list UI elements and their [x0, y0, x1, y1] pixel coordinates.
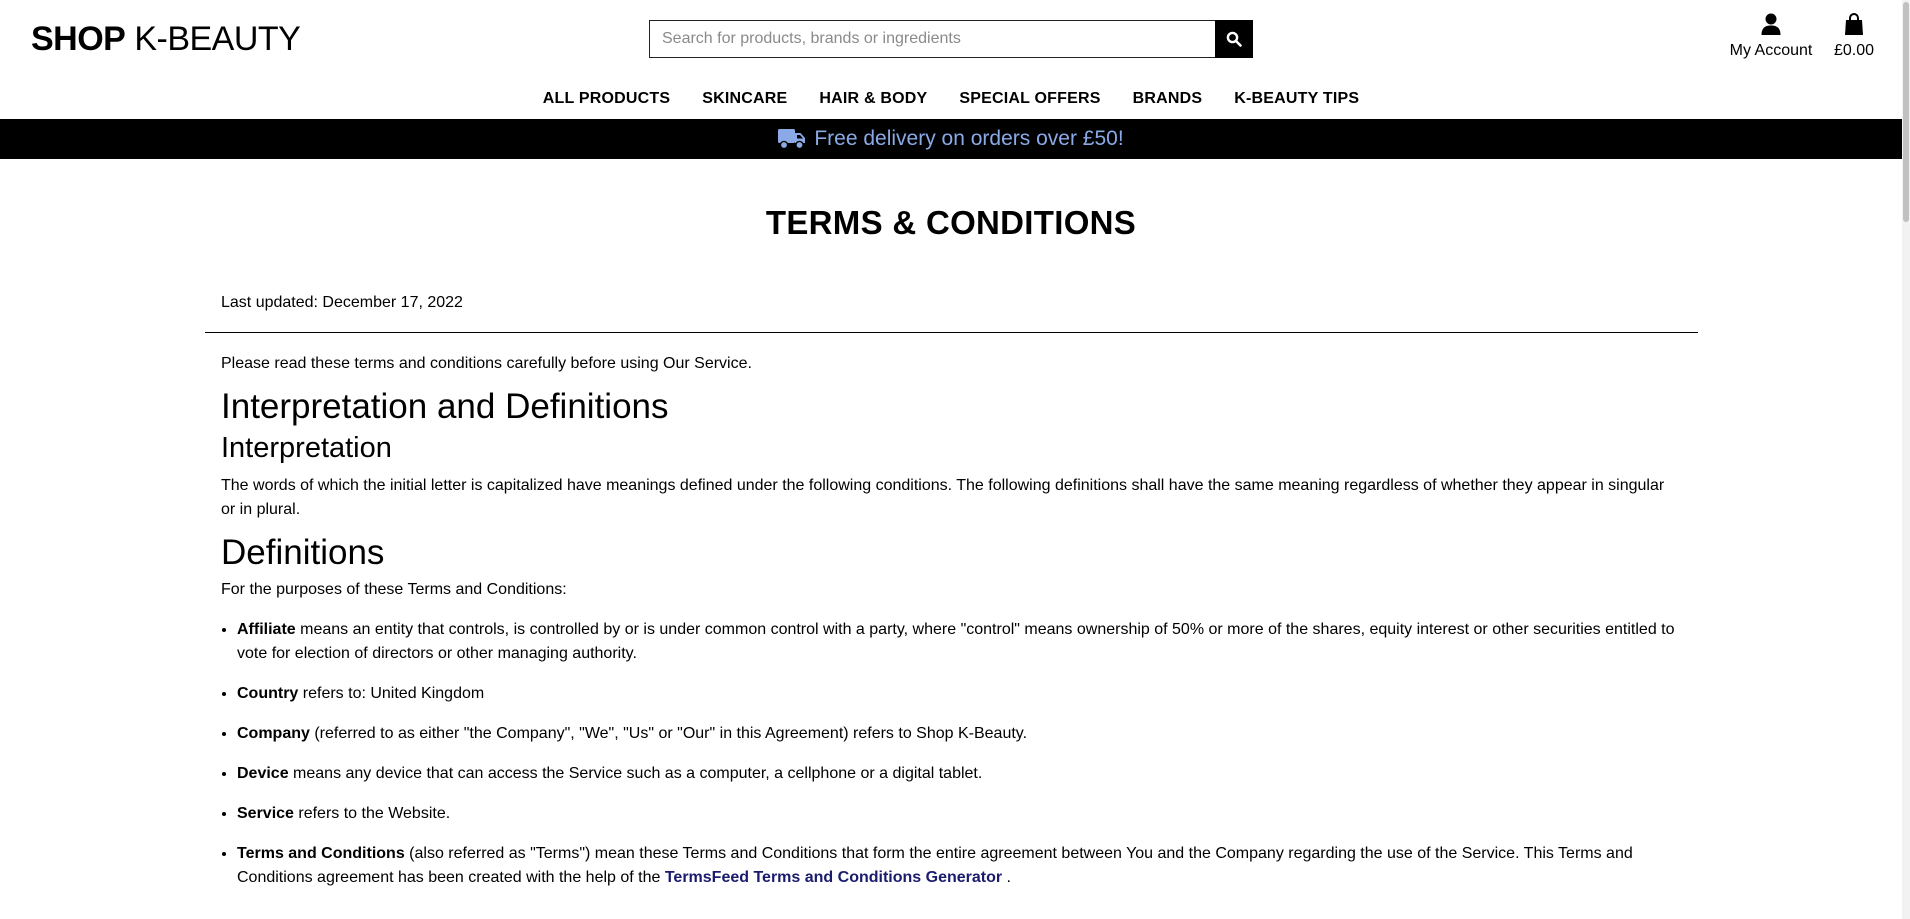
list-item: Device means any device that can access …: [237, 762, 1676, 786]
definition-text: refers to: United Kingdom: [298, 685, 485, 702]
delivery-banner-text: Free delivery on orders over £50!: [814, 127, 1124, 150]
search-input[interactable]: [649, 20, 1215, 58]
definition-term: Device: [237, 765, 289, 782]
list-item: Service refers to the Website.: [237, 802, 1676, 826]
cart-total: £0.00: [1833, 42, 1875, 59]
logo-light-text: K-BEAUTY: [134, 20, 301, 58]
last-updated: Last updated: December 17, 2022: [221, 294, 463, 311]
heading-interpretation-definitions: Interpretation and Definitions: [221, 387, 669, 426]
divider: [205, 332, 1698, 333]
heading-definitions: Definitions: [221, 533, 385, 572]
user-icon: [1761, 13, 1781, 35]
definitions-list: Affiliate means an entity that controls,…: [221, 618, 1676, 890]
definition-text: refers to the Website.: [293, 805, 451, 822]
scrollbar[interactable]: [1902, 0, 1910, 919]
definition-text: means an entity that controls, is contro…: [237, 621, 1675, 662]
truck-icon: [778, 129, 806, 150]
heading-interpretation: Interpretation: [221, 432, 392, 464]
search-icon: [1226, 31, 1242, 47]
definition-term: Company: [237, 725, 310, 742]
definition-term: Affiliate: [237, 621, 296, 638]
nav-item-all-products[interactable]: ALL PRODUCTS: [543, 90, 670, 108]
list-item: Company (referred to as either "the Comp…: [237, 722, 1676, 746]
site-logo[interactable]: SHOP K-BEAUTY: [31, 17, 301, 61]
definition-term: Terms and Conditions: [237, 845, 405, 862]
definition-text: (referred to as either "the Company", "W…: [309, 725, 1028, 742]
nav-item-skincare[interactable]: SKINCARE: [702, 90, 787, 108]
definition-text-end: .: [1002, 869, 1011, 886]
nav-item-brands[interactable]: BRANDS: [1133, 90, 1203, 108]
nav-item-hair-body[interactable]: HAIR & BODY: [819, 90, 927, 108]
list-item: Affiliate means an entity that controls,…: [237, 618, 1676, 666]
nav-item-k-beauty-tips[interactable]: K-BEAUTY TIPS: [1234, 90, 1359, 108]
interpretation-paragraph: The words of which the initial letter is…: [221, 477, 1665, 518]
logo-bold-text: SHOP: [31, 20, 126, 58]
definition-term: Service: [237, 805, 294, 822]
shopping-bag-icon: [1845, 13, 1863, 35]
intro-paragraph: Please read these terms and conditions c…: [221, 355, 752, 372]
definition-text: means any device that can access the Ser…: [288, 765, 983, 782]
cart-link[interactable]: £0.00: [1826, 12, 1882, 61]
my-account-label: My Account: [1729, 42, 1813, 59]
termsfeed-generator-link[interactable]: TermsFeed Terms and Conditions Generator: [665, 869, 1002, 886]
list-item: Country refers to: United Kingdom: [237, 682, 1676, 706]
delivery-banner: Free delivery on orders over £50!: [0, 119, 1902, 159]
search-button[interactable]: [1215, 20, 1253, 58]
page-title: TERMS & CONDITIONS: [765, 204, 1137, 241]
definitions-lead: For the purposes of these Terms and Cond…: [221, 581, 567, 598]
main-nav: ALL PRODUCTS SKINCARE HAIR & BODY SPECIA…: [0, 86, 1902, 112]
my-account-link[interactable]: My Account: [1726, 12, 1816, 61]
definition-term: Country: [237, 685, 299, 702]
search-form: [649, 20, 1253, 58]
list-item: Terms and Conditions (also referred as "…: [237, 842, 1676, 890]
page: SHOP K-BEAUTY My Account £0.00: [0, 0, 1902, 919]
nav-item-special-offers[interactable]: SPECIAL OFFERS: [959, 90, 1100, 108]
bag-icon-wrap: [1826, 12, 1882, 38]
terms-content: Please read these terms and conditions c…: [221, 352, 1676, 906]
user-icon-wrap: [1726, 12, 1816, 38]
scrollbar-thumb[interactable]: [1903, 2, 1909, 222]
